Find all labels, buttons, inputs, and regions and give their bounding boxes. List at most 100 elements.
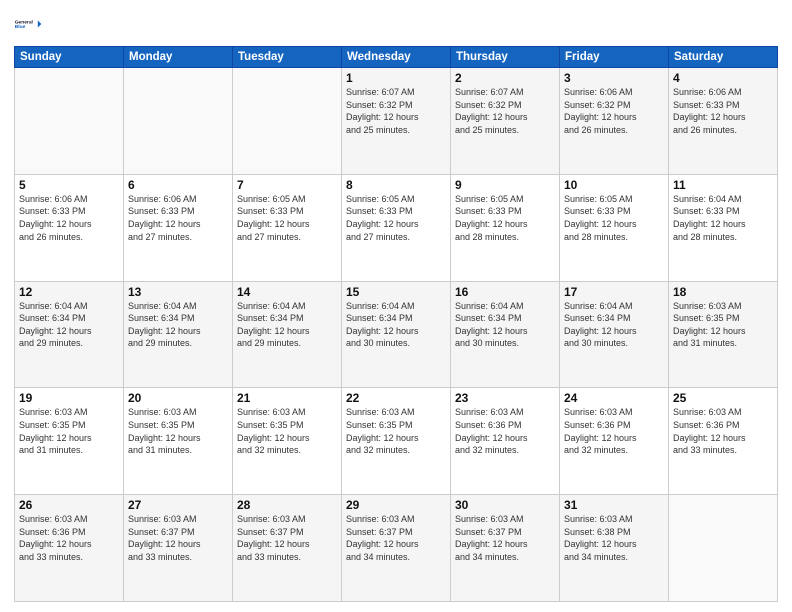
day-info: Sunrise: 6:05 AM Sunset: 6:33 PM Dayligh…	[346, 193, 446, 243]
calendar-cell: 31Sunrise: 6:03 AM Sunset: 6:38 PM Dayli…	[560, 495, 669, 602]
day-number: 24	[564, 391, 664, 405]
weekday-header-tuesday: Tuesday	[233, 47, 342, 68]
calendar-cell: 18Sunrise: 6:03 AM Sunset: 6:35 PM Dayli…	[669, 281, 778, 388]
calendar-cell: 30Sunrise: 6:03 AM Sunset: 6:37 PM Dayli…	[451, 495, 560, 602]
day-number: 11	[673, 178, 773, 192]
day-info: Sunrise: 6:03 AM Sunset: 6:35 PM Dayligh…	[128, 406, 228, 456]
day-number: 17	[564, 285, 664, 299]
calendar-cell: 8Sunrise: 6:05 AM Sunset: 6:33 PM Daylig…	[342, 174, 451, 281]
day-info: Sunrise: 6:05 AM Sunset: 6:33 PM Dayligh…	[237, 193, 337, 243]
day-info: Sunrise: 6:05 AM Sunset: 6:33 PM Dayligh…	[564, 193, 664, 243]
day-number: 4	[673, 71, 773, 85]
day-number: 7	[237, 178, 337, 192]
day-info: Sunrise: 6:03 AM Sunset: 6:37 PM Dayligh…	[455, 513, 555, 563]
day-number: 18	[673, 285, 773, 299]
header: GeneralBlue	[14, 10, 778, 38]
calendar-cell: 4Sunrise: 6:06 AM Sunset: 6:33 PM Daylig…	[669, 68, 778, 175]
day-info: Sunrise: 6:03 AM Sunset: 6:35 PM Dayligh…	[237, 406, 337, 456]
calendar-cell: 24Sunrise: 6:03 AM Sunset: 6:36 PM Dayli…	[560, 388, 669, 495]
logo-icon: GeneralBlue	[14, 10, 42, 38]
calendar-cell: 12Sunrise: 6:04 AM Sunset: 6:34 PM Dayli…	[15, 281, 124, 388]
day-number: 14	[237, 285, 337, 299]
day-info: Sunrise: 6:03 AM Sunset: 6:36 PM Dayligh…	[673, 406, 773, 456]
day-number: 21	[237, 391, 337, 405]
day-info: Sunrise: 6:06 AM Sunset: 6:33 PM Dayligh…	[19, 193, 119, 243]
weekday-header-sunday: Sunday	[15, 47, 124, 68]
day-number: 16	[455, 285, 555, 299]
day-info: Sunrise: 6:03 AM Sunset: 6:37 PM Dayligh…	[346, 513, 446, 563]
day-number: 2	[455, 71, 555, 85]
calendar-cell: 17Sunrise: 6:04 AM Sunset: 6:34 PM Dayli…	[560, 281, 669, 388]
calendar-cell: 20Sunrise: 6:03 AM Sunset: 6:35 PM Dayli…	[124, 388, 233, 495]
day-info: Sunrise: 6:06 AM Sunset: 6:33 PM Dayligh…	[128, 193, 228, 243]
day-info: Sunrise: 6:03 AM Sunset: 6:35 PM Dayligh…	[673, 300, 773, 350]
calendar-cell: 23Sunrise: 6:03 AM Sunset: 6:36 PM Dayli…	[451, 388, 560, 495]
day-number: 26	[19, 498, 119, 512]
day-number: 9	[455, 178, 555, 192]
weekday-header-thursday: Thursday	[451, 47, 560, 68]
calendar-cell	[233, 68, 342, 175]
week-row-3: 12Sunrise: 6:04 AM Sunset: 6:34 PM Dayli…	[15, 281, 778, 388]
week-row-4: 19Sunrise: 6:03 AM Sunset: 6:35 PM Dayli…	[15, 388, 778, 495]
calendar-cell: 13Sunrise: 6:04 AM Sunset: 6:34 PM Dayli…	[124, 281, 233, 388]
weekday-header-wednesday: Wednesday	[342, 47, 451, 68]
day-number: 1	[346, 71, 446, 85]
day-info: Sunrise: 6:05 AM Sunset: 6:33 PM Dayligh…	[455, 193, 555, 243]
day-info: Sunrise: 6:03 AM Sunset: 6:37 PM Dayligh…	[128, 513, 228, 563]
day-number: 15	[346, 285, 446, 299]
calendar-cell: 28Sunrise: 6:03 AM Sunset: 6:37 PM Dayli…	[233, 495, 342, 602]
calendar-cell: 19Sunrise: 6:03 AM Sunset: 6:35 PM Dayli…	[15, 388, 124, 495]
day-number: 20	[128, 391, 228, 405]
calendar-cell: 11Sunrise: 6:04 AM Sunset: 6:33 PM Dayli…	[669, 174, 778, 281]
calendar-cell: 3Sunrise: 6:06 AM Sunset: 6:32 PM Daylig…	[560, 68, 669, 175]
day-info: Sunrise: 6:03 AM Sunset: 6:36 PM Dayligh…	[564, 406, 664, 456]
day-info: Sunrise: 6:03 AM Sunset: 6:38 PM Dayligh…	[564, 513, 664, 563]
day-info: Sunrise: 6:03 AM Sunset: 6:35 PM Dayligh…	[19, 406, 119, 456]
day-number: 5	[19, 178, 119, 192]
day-number: 23	[455, 391, 555, 405]
weekday-header-monday: Monday	[124, 47, 233, 68]
day-info: Sunrise: 6:07 AM Sunset: 6:32 PM Dayligh…	[455, 86, 555, 136]
calendar-cell: 22Sunrise: 6:03 AM Sunset: 6:35 PM Dayli…	[342, 388, 451, 495]
day-info: Sunrise: 6:04 AM Sunset: 6:34 PM Dayligh…	[346, 300, 446, 350]
calendar-cell: 26Sunrise: 6:03 AM Sunset: 6:36 PM Dayli…	[15, 495, 124, 602]
calendar-cell: 7Sunrise: 6:05 AM Sunset: 6:33 PM Daylig…	[233, 174, 342, 281]
calendar-cell: 2Sunrise: 6:07 AM Sunset: 6:32 PM Daylig…	[451, 68, 560, 175]
day-number: 22	[346, 391, 446, 405]
calendar-cell: 14Sunrise: 6:04 AM Sunset: 6:34 PM Dayli…	[233, 281, 342, 388]
calendar-cell: 10Sunrise: 6:05 AM Sunset: 6:33 PM Dayli…	[560, 174, 669, 281]
day-number: 30	[455, 498, 555, 512]
day-info: Sunrise: 6:04 AM Sunset: 6:34 PM Dayligh…	[564, 300, 664, 350]
weekday-header-row: SundayMondayTuesdayWednesdayThursdayFrid…	[15, 47, 778, 68]
day-info: Sunrise: 6:04 AM Sunset: 6:33 PM Dayligh…	[673, 193, 773, 243]
calendar-cell	[124, 68, 233, 175]
calendar-cell: 16Sunrise: 6:04 AM Sunset: 6:34 PM Dayli…	[451, 281, 560, 388]
day-number: 27	[128, 498, 228, 512]
day-info: Sunrise: 6:03 AM Sunset: 6:36 PM Dayligh…	[455, 406, 555, 456]
day-info: Sunrise: 6:07 AM Sunset: 6:32 PM Dayligh…	[346, 86, 446, 136]
day-number: 10	[564, 178, 664, 192]
calendar-page: GeneralBlue SundayMondayTuesdayWednesday…	[0, 0, 792, 612]
day-number: 19	[19, 391, 119, 405]
calendar-cell: 25Sunrise: 6:03 AM Sunset: 6:36 PM Dayli…	[669, 388, 778, 495]
day-info: Sunrise: 6:06 AM Sunset: 6:32 PM Dayligh…	[564, 86, 664, 136]
day-info: Sunrise: 6:03 AM Sunset: 6:35 PM Dayligh…	[346, 406, 446, 456]
calendar-cell: 15Sunrise: 6:04 AM Sunset: 6:34 PM Dayli…	[342, 281, 451, 388]
calendar-cell: 5Sunrise: 6:06 AM Sunset: 6:33 PM Daylig…	[15, 174, 124, 281]
day-info: Sunrise: 6:06 AM Sunset: 6:33 PM Dayligh…	[673, 86, 773, 136]
calendar-table: SundayMondayTuesdayWednesdayThursdayFrid…	[14, 46, 778, 602]
day-info: Sunrise: 6:03 AM Sunset: 6:37 PM Dayligh…	[237, 513, 337, 563]
calendar-cell: 27Sunrise: 6:03 AM Sunset: 6:37 PM Dayli…	[124, 495, 233, 602]
day-number: 29	[346, 498, 446, 512]
day-info: Sunrise: 6:04 AM Sunset: 6:34 PM Dayligh…	[455, 300, 555, 350]
calendar-cell	[15, 68, 124, 175]
day-number: 6	[128, 178, 228, 192]
day-number: 31	[564, 498, 664, 512]
day-info: Sunrise: 6:03 AM Sunset: 6:36 PM Dayligh…	[19, 513, 119, 563]
day-info: Sunrise: 6:04 AM Sunset: 6:34 PM Dayligh…	[128, 300, 228, 350]
calendar-cell	[669, 495, 778, 602]
day-number: 28	[237, 498, 337, 512]
calendar-cell: 1Sunrise: 6:07 AM Sunset: 6:32 PM Daylig…	[342, 68, 451, 175]
calendar-cell: 9Sunrise: 6:05 AM Sunset: 6:33 PM Daylig…	[451, 174, 560, 281]
day-info: Sunrise: 6:04 AM Sunset: 6:34 PM Dayligh…	[19, 300, 119, 350]
